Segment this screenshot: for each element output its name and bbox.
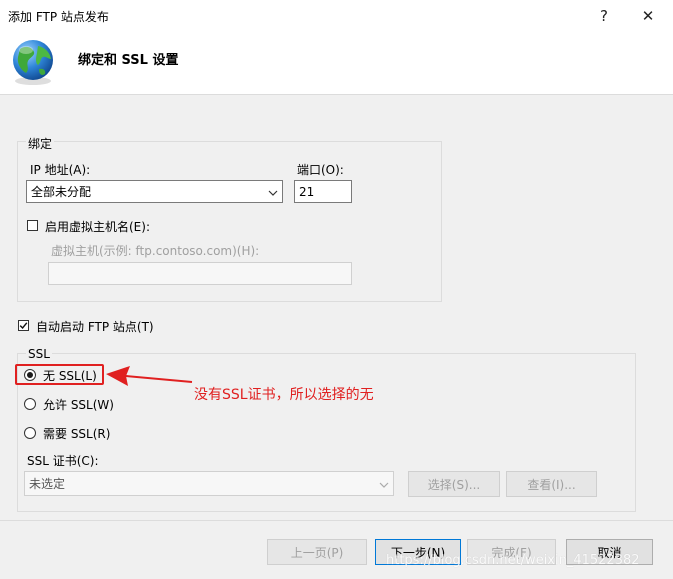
port-label: 端口(O):: [297, 163, 344, 177]
ssl-none-label: 无 SSL(L): [43, 369, 97, 383]
close-button[interactable]: ✕: [628, 3, 668, 29]
binding-group-label: 绑定: [26, 135, 55, 152]
window-title: 添加 FTP 站点发布: [8, 10, 109, 24]
ssl-group-label: SSL: [26, 347, 52, 361]
help-icon: ?: [600, 7, 608, 25]
port-value: 21: [299, 184, 315, 199]
autostart-checkbox[interactable]: [18, 320, 29, 331]
prev-button[interactable]: 上一页(P): [267, 539, 367, 565]
virtual-host-checkbox[interactable]: [27, 220, 38, 231]
ssl-none-radio[interactable]: [24, 369, 36, 381]
select-cert-button[interactable]: 选择(S)...: [408, 471, 500, 497]
footer-divider: [0, 520, 673, 521]
check-icon: [19, 322, 28, 330]
virtual-host-input[interactable]: [48, 262, 352, 285]
ssl-require-label: 需要 SSL(R): [43, 427, 111, 441]
ip-address-label: IP 地址(A):: [30, 163, 91, 177]
annotation-arrow-icon: [104, 364, 194, 390]
ssl-cert-value: 未选定: [29, 477, 66, 491]
port-input[interactable]: 21: [294, 180, 352, 203]
autostart-label: 自动启动 FTP 站点(T): [36, 320, 154, 334]
virtual-host-checkbox-label: 启用虚拟主机名(E):: [45, 220, 150, 234]
help-button[interactable]: ?: [584, 3, 624, 29]
ssl-require-radio[interactable]: [24, 427, 36, 439]
ssl-cert-label: SSL 证书(C):: [27, 454, 99, 468]
chevron-down-icon: [379, 477, 389, 491]
watermark: https://blog.csdn.net/weixin_41522382: [386, 553, 640, 568]
page-title: 绑定和 SSL 设置: [78, 53, 179, 68]
ssl-allow-radio[interactable]: [24, 398, 36, 410]
ssl-allow-label: 允许 SSL(W): [43, 398, 114, 412]
virtual-host-field-label: 虚拟主机(示例: ftp.contoso.com)(H):: [51, 244, 260, 258]
ip-address-value: 全部未分配: [31, 185, 92, 199]
ip-address-combobox[interactable]: 全部未分配: [26, 180, 283, 203]
close-icon: ✕: [641, 7, 655, 25]
chevron-down-icon: [268, 185, 278, 199]
view-cert-button[interactable]: 查看(I)...: [506, 471, 597, 497]
annotation-text: 没有SSL证书，所以选择的无: [194, 387, 374, 403]
globe-icon: [8, 37, 58, 87]
ssl-cert-combobox[interactable]: 未选定: [24, 471, 394, 496]
